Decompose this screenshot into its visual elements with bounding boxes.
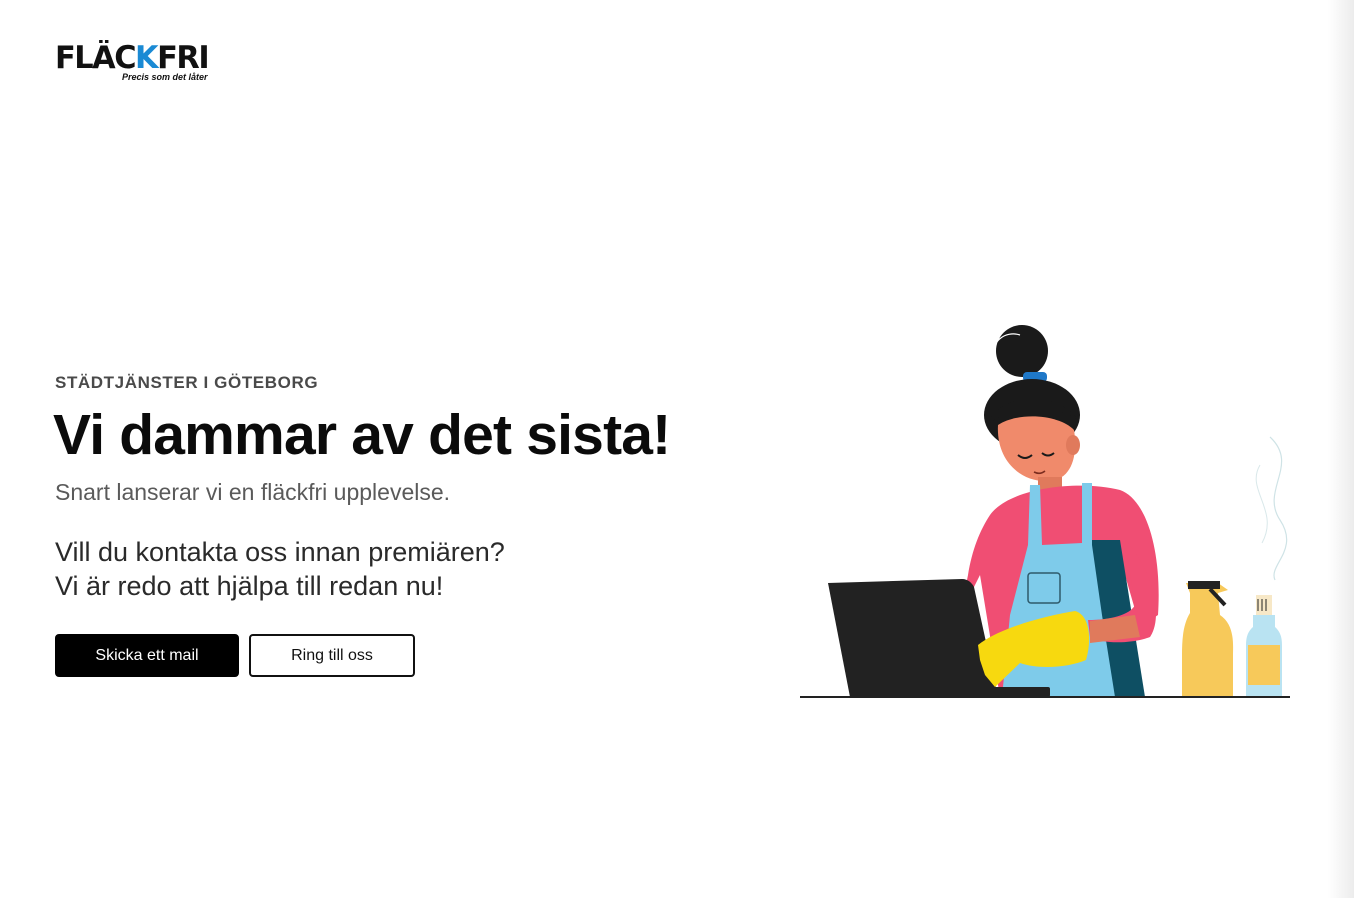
call-us-button[interactable]: Ring till oss [249,634,415,677]
logo-tagline: Precis som det låter [122,72,208,82]
spray-bottle [1182,583,1234,697]
spray-nozzle [1188,581,1220,589]
hero-eyebrow: STÄDTJÄNSTER I GÖTEBORG [55,373,319,392]
hero-subheadline: Snart lanserar vi en fläckfri upplevelse… [55,479,451,505]
bottle-label [1248,645,1280,685]
face [997,416,1076,482]
logo-wordmark: FLÄCKFRI [55,40,210,76]
steam-wisp [1269,436,1288,581]
ear [1066,435,1080,455]
laptop-base [960,687,1050,697]
send-mail-button[interactable]: Skicka ett mail [55,634,239,677]
contact-question: Vill du kontakta oss innan premiären? [55,537,505,567]
hair-bun [996,325,1048,377]
page-edge [1328,0,1354,898]
woman-cleaning-laptop-illustration [800,325,1290,698]
contact-statement: Vi är redo att hjälpa till redan nu! [55,571,444,601]
landing-page: FLÄCKFRI Precis som det låter STÄDTJÄNST… [0,0,1354,898]
hero-headline: Vi dammar av det sista! [53,403,671,467]
brand-logo[interactable]: FLÄCKFRI Precis som det låter [55,40,215,86]
laptop-screen [828,579,998,697]
steam-wisp [1255,464,1268,544]
